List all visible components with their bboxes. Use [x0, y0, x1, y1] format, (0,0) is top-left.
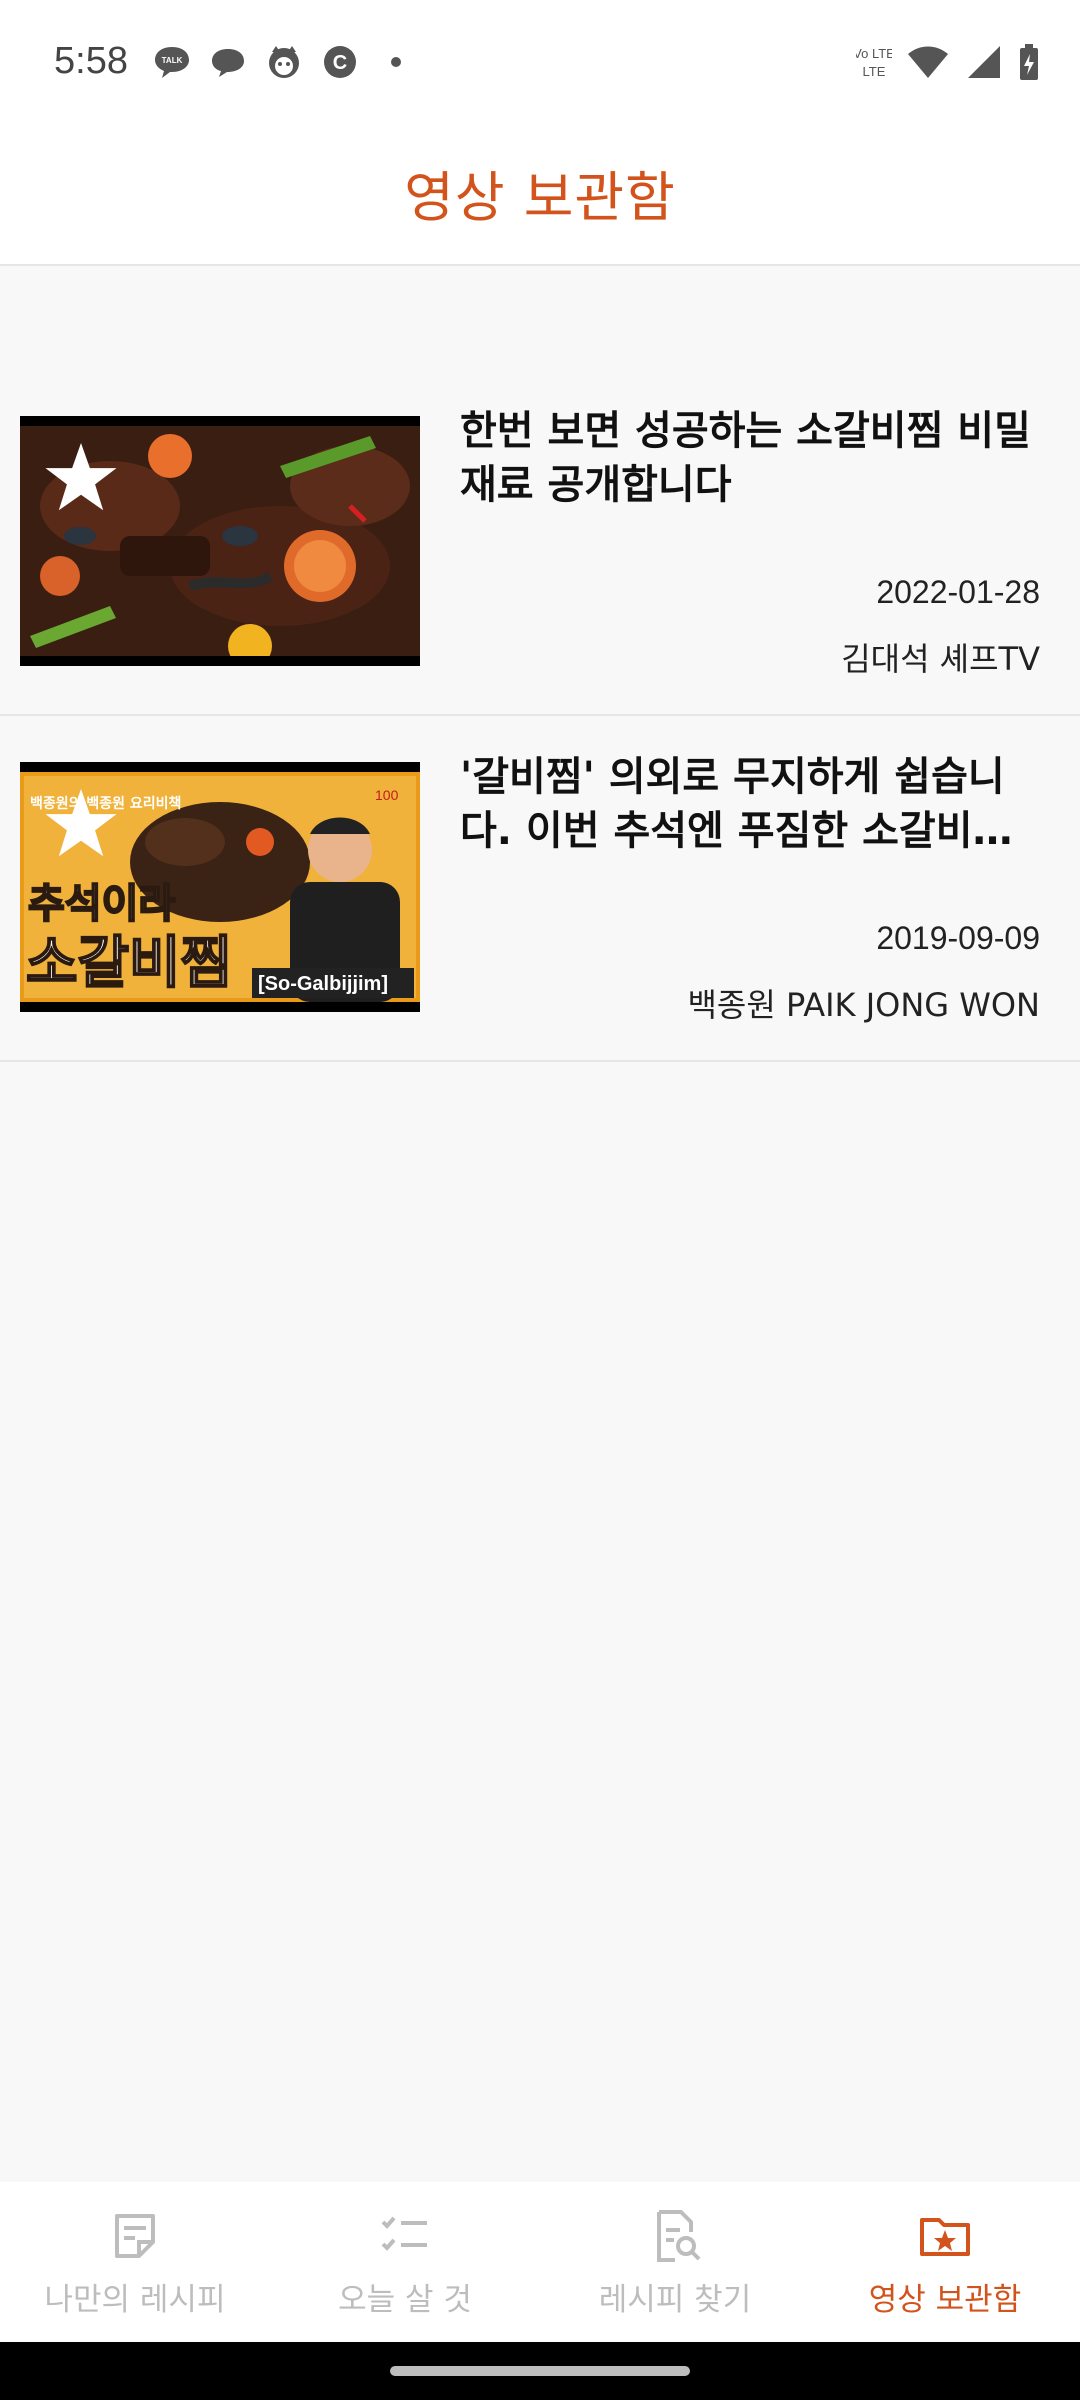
thumbnail-tag-text: [So-Galbijjim] — [258, 973, 388, 995]
video-thumbnail[interactable] — [20, 416, 420, 666]
nav-label: 레시피 찾기 — [598, 2282, 752, 2318]
c-circle-icon-text: C — [333, 52, 347, 74]
status-time: 5:58 — [54, 40, 128, 82]
svg-text:LTE: LTE — [863, 64, 886, 79]
chat-bubble-icon — [208, 42, 248, 82]
kakaotalk-icon-text: TALK — [162, 56, 183, 65]
app-header: 영상 보관함 — [0, 120, 1080, 266]
dot-icon — [376, 42, 416, 82]
video-date: 2022-01-28 — [876, 574, 1040, 610]
recipe-note-icon — [115, 2214, 155, 2258]
c-circle-icon: C — [320, 42, 360, 82]
bottom-nav: 나만의 레시피 오늘 살 것 레시피 찾기 영상 보관함 — [0, 2182, 1080, 2342]
video-item[interactable]: 한번 보면 성공하는 소갈비찜 비밀 재료 공개합니다 2022-01-28 김… — [0, 370, 1080, 716]
video-title[interactable]: '갈비찜' 의외로 무지하게 쉽습니다. 이번 추석엔 푸짐한 소갈비… — [460, 750, 1050, 858]
checklist-icon — [381, 2216, 427, 2251]
video-thumbnail[interactable]: 백종원의 백종원 요리비책 100 추석이라 소갈비찜 [So-Galbijji… — [20, 762, 420, 1012]
status-bar: 5:58 TALK C Vo LTE LTE — [0, 0, 1080, 120]
cat-face-icon — [264, 42, 304, 82]
video-date: 2019-09-09 — [876, 920, 1040, 956]
favorite-star-icon[interactable] — [44, 786, 118, 860]
nav-label: 나만의 레시피 — [44, 2282, 226, 2318]
video-list: 한번 보면 성공하는 소갈비찜 비밀 재료 공개합니다 2022-01-28 김… — [0, 370, 1080, 1062]
system-icons: Vo LTE LTE — [853, 42, 1040, 86]
battery-charging-icon — [1018, 42, 1040, 86]
video-title[interactable]: 한번 보면 성공하는 소갈비찜 비밀 재료 공개합니다 — [460, 404, 1050, 512]
home-gesture-handle[interactable] — [390, 2366, 690, 2376]
volte-text: Vo LTE — [856, 46, 892, 61]
thumbnail-line1: 추석이라 — [28, 881, 175, 927]
nav-label: 영상 보관함 — [868, 2282, 1022, 2318]
video-channel: 김대석 셰프TV — [841, 640, 1040, 678]
nav-item-my-recipes[interactable]: 나만의 레시피 — [0, 2182, 270, 2342]
folder-star-icon — [920, 2218, 970, 2256]
search-document-icon — [657, 2210, 701, 2262]
nav-label: 오늘 살 것 — [338, 2282, 472, 2318]
volte-icon: Vo LTE LTE — [853, 42, 895, 86]
signal-icon — [964, 42, 1004, 86]
gesture-navigation-bar — [0, 2342, 1080, 2400]
wifi-icon — [906, 42, 950, 86]
nav-item-find-recipe[interactable]: 레시피 찾기 — [540, 2182, 810, 2342]
video-channel: 백종원 PAIK JONG WON — [687, 986, 1040, 1024]
notification-icons: TALK C — [152, 42, 416, 82]
kakaotalk-icon: TALK — [152, 42, 192, 82]
page-title: 영상 보관함 — [404, 165, 676, 229]
video-item[interactable]: 백종원의 백종원 요리비책 100 추석이라 소갈비찜 [So-Galbijji… — [0, 716, 1080, 1062]
favorite-star-icon[interactable] — [44, 440, 118, 514]
thumbnail-line2: 소갈비찜 — [26, 931, 232, 996]
nav-item-video-archive[interactable]: 영상 보관함 — [810, 2182, 1080, 2342]
nav-item-today-shopping[interactable]: 오늘 살 것 — [270, 2182, 540, 2342]
thumbnail-badge-text: 100 — [375, 787, 399, 803]
